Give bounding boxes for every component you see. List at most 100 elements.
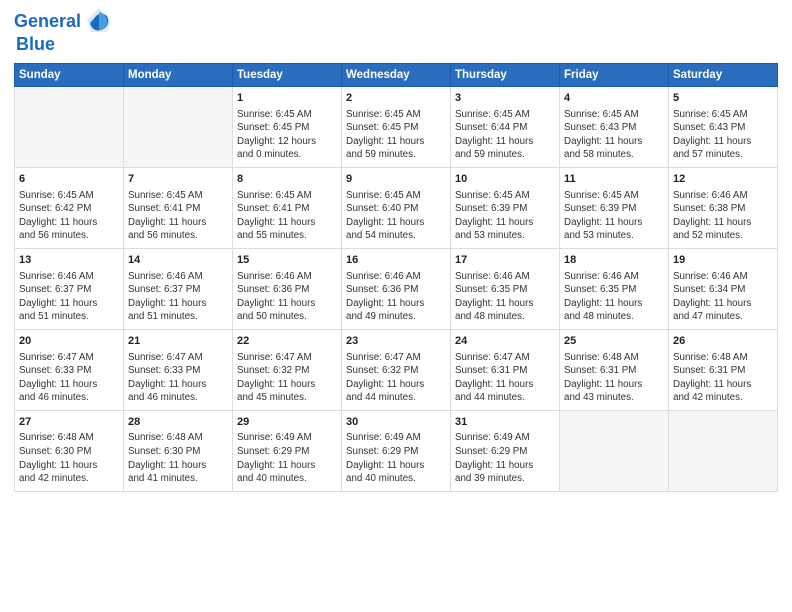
day-number: 9	[346, 172, 446, 187]
day-number: 21	[128, 334, 228, 349]
col-header-monday: Monday	[124, 64, 233, 87]
day-cell: 11 Sunrise: 6:45 AMSunset: 6:39 PMDayligh…	[560, 167, 669, 248]
day-detail: Sunrise: 6:45 AMSunset: 6:39 PMDaylight:…	[564, 190, 642, 242]
day-detail: Sunrise: 6:45 AMSunset: 6:41 PMDaylight:…	[128, 190, 206, 242]
day-cell: 5Sunrise: 6:45 AMSunset: 6:43 PMDaylight…	[669, 87, 778, 168]
day-number: 22	[237, 334, 337, 349]
day-detail: Sunrise: 6:49 AMSunset: 6:29 PMDaylight:…	[346, 432, 424, 484]
day-number: 13	[19, 253, 119, 268]
day-detail: Sunrise: 6:46 AMSunset: 6:34 PMDaylight:…	[673, 271, 751, 323]
logo-text: General	[14, 12, 81, 32]
col-header-tuesday: Tuesday	[233, 64, 342, 87]
day-detail: Sunrise: 6:46 AMSunset: 6:37 PMDaylight:…	[19, 271, 97, 323]
col-header-thursday: Thursday	[451, 64, 560, 87]
day-number: 17	[455, 253, 555, 268]
week-row-1: 1 Sunrise: 6:45 AMSunset: 6:45 PMDaylight…	[15, 87, 778, 168]
day-detail: Sunrise: 6:45 AMSunset: 6:45 PMDaylight:…	[237, 109, 316, 161]
day-number: 26	[673, 334, 773, 349]
week-row-3: 13 Sunrise: 6:46 AMSunset: 6:37 PMDayligh…	[15, 248, 778, 329]
day-cell: 25Sunrise: 6:48 AMSunset: 6:31 PMDayligh…	[560, 329, 669, 410]
logo-blue: Blue	[16, 34, 55, 55]
day-cell	[15, 87, 124, 168]
day-detail: Sunrise: 6:48 AMSunset: 6:31 PMDaylight:…	[673, 352, 751, 404]
day-number: 10	[455, 172, 555, 187]
day-cell: 8 Sunrise: 6:45 AMSunset: 6:41 PMDaylight…	[233, 167, 342, 248]
day-detail: Sunrise: 6:45 AMSunset: 6:43 PMDaylight:…	[564, 109, 642, 161]
day-cell	[124, 87, 233, 168]
day-number: 18	[564, 253, 664, 268]
day-number: 1	[237, 91, 337, 106]
day-number: 8	[237, 172, 337, 187]
day-number: 7	[128, 172, 228, 187]
day-cell: 12Sunrise: 6:46 AMSunset: 6:38 PMDayligh…	[669, 167, 778, 248]
day-cell: 20 Sunrise: 6:47 AMSunset: 6:33 PMDayligh…	[15, 329, 124, 410]
day-cell: 31 Sunrise: 6:49 AMSunset: 6:29 PMDayligh…	[451, 410, 560, 491]
day-cell: 7 Sunrise: 6:45 AMSunset: 6:41 PMDaylight…	[124, 167, 233, 248]
day-cell: 3 Sunrise: 6:45 AMSunset: 6:44 PMDaylight…	[451, 87, 560, 168]
day-cell: 1 Sunrise: 6:45 AMSunset: 6:45 PMDaylight…	[233, 87, 342, 168]
day-detail: Sunrise: 6:47 AMSunset: 6:33 PMDaylight:…	[128, 352, 206, 404]
day-cell: 16 Sunrise: 6:46 AMSunset: 6:36 PMDayligh…	[342, 248, 451, 329]
day-number: 20	[19, 334, 119, 349]
calendar-header-row: SundayMondayTuesdayWednesdayThursdayFrid…	[15, 64, 778, 87]
day-detail: Sunrise: 6:47 AMSunset: 6:33 PMDaylight:…	[19, 352, 97, 404]
day-number: 15	[237, 253, 337, 268]
day-detail: Sunrise: 6:45 AMSunset: 6:41 PMDaylight:…	[237, 190, 315, 242]
day-cell: 6Sunrise: 6:45 AMSunset: 6:42 PMDaylight…	[15, 167, 124, 248]
day-cell: 15 Sunrise: 6:46 AMSunset: 6:36 PMDayligh…	[233, 248, 342, 329]
day-number: 11	[564, 172, 664, 187]
day-detail: Sunrise: 6:48 AMSunset: 6:31 PMDaylight:…	[564, 352, 642, 404]
day-cell	[669, 410, 778, 491]
day-number: 23	[346, 334, 446, 349]
col-header-saturday: Saturday	[669, 64, 778, 87]
day-detail: Sunrise: 6:47 AMSunset: 6:31 PMDaylight:…	[455, 352, 533, 404]
day-cell: 17 Sunrise: 6:46 AMSunset: 6:35 PMDayligh…	[451, 248, 560, 329]
day-cell: 9 Sunrise: 6:45 AMSunset: 6:40 PMDaylight…	[342, 167, 451, 248]
day-detail: Sunrise: 6:45 AMSunset: 6:40 PMDaylight:…	[346, 190, 424, 242]
day-detail: Sunrise: 6:45 AMSunset: 6:45 PMDaylight:…	[346, 109, 424, 161]
day-detail: Sunrise: 6:46 AMSunset: 6:35 PMDaylight:…	[564, 271, 642, 323]
day-cell: 21 Sunrise: 6:47 AMSunset: 6:33 PMDayligh…	[124, 329, 233, 410]
day-number: 16	[346, 253, 446, 268]
day-detail: Sunrise: 6:46 AMSunset: 6:36 PMDaylight:…	[237, 271, 315, 323]
day-detail: Sunrise: 6:45 AMSunset: 6:43 PMDaylight:…	[673, 109, 751, 161]
header: General Blue	[14, 10, 778, 55]
day-number: 3	[455, 91, 555, 106]
logo-icon	[85, 6, 113, 34]
day-number: 2	[346, 91, 446, 106]
day-detail: Sunrise: 6:46 AMSunset: 6:35 PMDaylight:…	[455, 271, 533, 323]
day-detail: Sunrise: 6:45 AMSunset: 6:44 PMDaylight:…	[455, 109, 533, 161]
day-cell	[560, 410, 669, 491]
day-detail: Sunrise: 6:45 AMSunset: 6:42 PMDaylight:…	[19, 190, 97, 242]
day-cell: 13 Sunrise: 6:46 AMSunset: 6:37 PMDayligh…	[15, 248, 124, 329]
day-cell: 30Sunrise: 6:49 AMSunset: 6:29 PMDayligh…	[342, 410, 451, 491]
day-detail: Sunrise: 6:47 AMSunset: 6:32 PMDaylight:…	[346, 352, 424, 404]
day-detail: Sunrise: 6:46 AMSunset: 6:36 PMDaylight:…	[346, 271, 424, 323]
day-number: 31	[455, 415, 555, 430]
day-cell: 27Sunrise: 6:48 AMSunset: 6:30 PMDayligh…	[15, 410, 124, 491]
day-cell: 29Sunrise: 6:49 AMSunset: 6:29 PMDayligh…	[233, 410, 342, 491]
day-number: 4	[564, 91, 664, 106]
day-detail: Sunrise: 6:49 AMSunset: 6:29 PMDaylight:…	[455, 432, 533, 484]
day-number: 14	[128, 253, 228, 268]
day-detail: Sunrise: 6:46 AMSunset: 6:37 PMDaylight:…	[128, 271, 206, 323]
day-cell: 23 Sunrise: 6:47 AMSunset: 6:32 PMDayligh…	[342, 329, 451, 410]
logo: General Blue	[14, 10, 113, 55]
page: General Blue SundayMondayTuesd	[0, 0, 792, 612]
day-number: 12	[673, 172, 773, 187]
week-row-5: 27Sunrise: 6:48 AMSunset: 6:30 PMDayligh…	[15, 410, 778, 491]
day-number: 24	[455, 334, 555, 349]
day-cell: 2 Sunrise: 6:45 AMSunset: 6:45 PMDaylight…	[342, 87, 451, 168]
day-cell: 18 Sunrise: 6:46 AMSunset: 6:35 PMDayligh…	[560, 248, 669, 329]
day-number: 29	[237, 415, 337, 430]
col-header-friday: Friday	[560, 64, 669, 87]
week-row-4: 20 Sunrise: 6:47 AMSunset: 6:33 PMDayligh…	[15, 329, 778, 410]
day-cell: 10Sunrise: 6:45 AMSunset: 6:39 PMDayligh…	[451, 167, 560, 248]
day-detail: Sunrise: 6:48 AMSunset: 6:30 PMDaylight:…	[19, 432, 97, 484]
day-cell: 28Sunrise: 6:48 AMSunset: 6:30 PMDayligh…	[124, 410, 233, 491]
week-row-2: 6Sunrise: 6:45 AMSunset: 6:42 PMDaylight…	[15, 167, 778, 248]
day-number: 19	[673, 253, 773, 268]
day-cell: 24 Sunrise: 6:47 AMSunset: 6:31 PMDayligh…	[451, 329, 560, 410]
day-cell: 4 Sunrise: 6:45 AMSunset: 6:43 PMDaylight…	[560, 87, 669, 168]
day-detail: Sunrise: 6:47 AMSunset: 6:32 PMDaylight:…	[237, 352, 315, 404]
